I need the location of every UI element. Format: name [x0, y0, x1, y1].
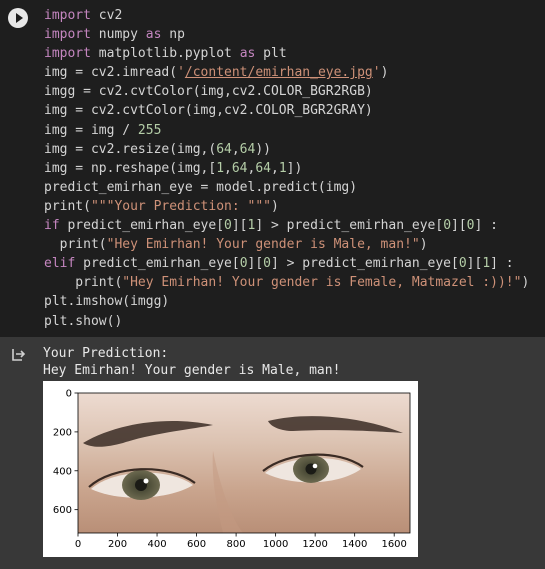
x-tick-label: 1600	[381, 539, 406, 550]
x-tick-label: 0	[75, 539, 81, 550]
code-line: plt.imshow(imgg)	[44, 294, 170, 310]
matplotlib-figure: 0 200 400 600 800 1000 1200 1400 1600 0 200 400 600	[43, 381, 418, 557]
y-tick-label: 600	[53, 505, 72, 516]
code-line: predict_emirhan_eye = model.predict(img)	[44, 179, 358, 195]
eye-image	[78, 393, 410, 533]
y-axis-ticks: 0 200 400 600	[53, 389, 78, 516]
code-line: img = np.reshape(img,[1,64,64,1])	[44, 160, 303, 176]
x-tick-label: 200	[108, 539, 127, 550]
output-line-1: Your Prediction:	[43, 346, 169, 361]
code-line: import numpy as np	[44, 27, 185, 43]
code-line: import cv2	[44, 8, 123, 23]
y-tick-label: 200	[53, 427, 72, 438]
code-cell[interactable]: import cv2 import numpy as np import mat…	[0, 0, 545, 337]
code-line: img = cv2.cvtColor(img,cv2.COLOR_BGR2GRA…	[44, 103, 373, 119]
imshow-plot: 0 200 400 600 800 1000 1200 1400 1600 0 200 400 600	[53, 389, 411, 550]
code-line: plt.show()	[44, 313, 123, 329]
code-line: elif predict_emirhan_eye[0][0] > predict…	[44, 256, 514, 272]
y-tick-label: 400	[53, 466, 72, 477]
x-tick-label: 600	[187, 539, 206, 550]
code-line: img = img / 255	[44, 122, 162, 138]
output-line-2: Hey Emirhan! Your gender is Male, man!	[43, 363, 341, 378]
x-tick-label: 1000	[263, 539, 288, 550]
output-text: Your Prediction: Hey Emirhan! Your gende…	[43, 345, 340, 379]
code-line: imgg = cv2.cvtColor(img,cv2.COLOR_BGR2RG…	[44, 84, 373, 100]
code-line: print("Hey Emirhan! Your gender is Femal…	[44, 275, 530, 291]
code-line: print("Hey Emirhan! Your gender is Male,…	[44, 237, 428, 253]
y-tick-label: 0	[66, 389, 72, 400]
code-line: if predict_emirhan_eye[0][1] > predict_e…	[44, 218, 498, 234]
run-cell-button[interactable]	[8, 8, 28, 28]
code-line: img = cv2.resize(img,(64,64))	[44, 141, 271, 157]
x-axis-ticks: 0 200 400 600 800 1000 1200 1400 1600	[75, 533, 407, 550]
code-editor[interactable]: import cv2 import numpy as np import mat…	[44, 6, 529, 331]
x-tick-label: 1200	[302, 539, 327, 550]
code-line: print("""Your Prediction: """)	[44, 198, 279, 214]
play-circle-icon	[16, 13, 23, 23]
code-line: img = cv2.imread('/content/emirhan_eye.j…	[44, 65, 389, 81]
cell-output: Your Prediction: Hey Emirhan! Your gende…	[0, 337, 545, 569]
code-line: import matplotlib.pyplot as plt	[44, 46, 287, 62]
x-tick-label: 400	[148, 539, 167, 550]
x-tick-label: 1400	[342, 539, 367, 550]
x-tick-label: 800	[227, 539, 246, 550]
output-redirect-icon[interactable]	[10, 347, 26, 363]
cell-gutter	[0, 0, 38, 337]
